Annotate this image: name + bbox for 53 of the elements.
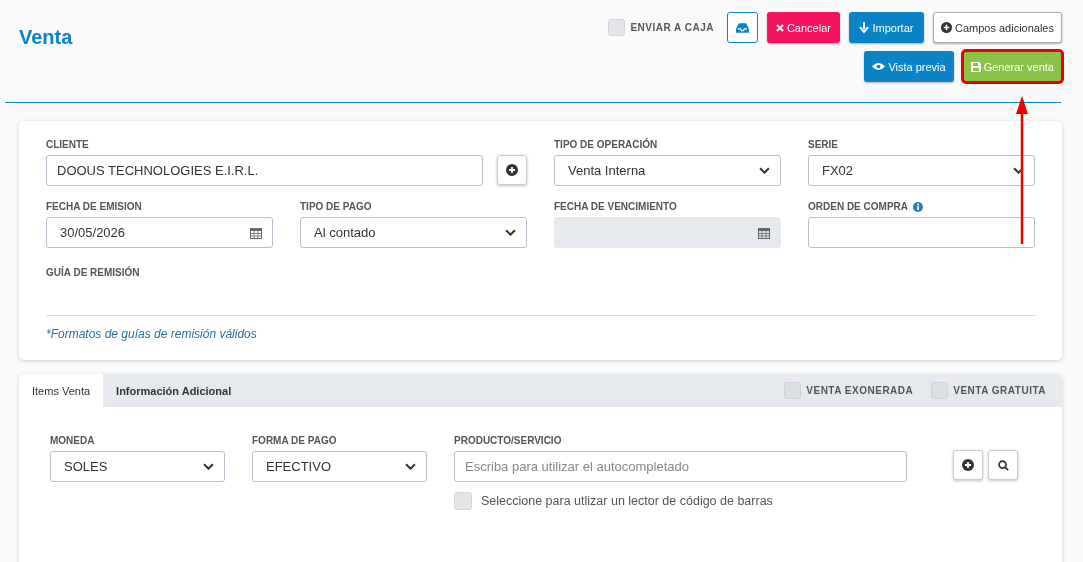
additional-fields-button[interactable]: Campos adicionales (932, 12, 1062, 43)
eye-icon (872, 62, 886, 71)
field-label: FORMA DE PAGO (252, 435, 338, 446)
close-icon (775, 23, 784, 32)
checkbox-label: VENTA GRATUITA (953, 385, 1046, 396)
barcode-reader-label: Seleccione para utlizar un lector de código de barras (481, 494, 773, 508)
date-field[interactable]: 30/05/2026 (46, 217, 273, 248)
calendar-icon (250, 226, 262, 239)
field-label: TIPO DE OPERACIÓN (554, 139, 658, 150)
arrow-down-icon (859, 22, 870, 33)
field-label: FECHA DE VENCIMIENTO (554, 201, 677, 212)
page-title: Venta (19, 26, 73, 50)
chevron-down-icon (505, 229, 516, 236)
field-label: MONEDA (50, 435, 96, 446)
tab[interactable]: Información Adicional (103, 374, 245, 407)
inbox-button[interactable] (726, 12, 758, 43)
remission-guide-formats-link[interactable]: *Formatos de guías de remisión válidos (46, 327, 257, 341)
tab[interactable]: Items Venta (19, 374, 104, 407)
chevron-down-icon (405, 463, 416, 470)
select-field[interactable]: Venta Interna (554, 155, 781, 186)
field-label: SERIE (808, 139, 838, 150)
chevron-down-icon (759, 167, 770, 174)
inbox-icon (735, 21, 749, 34)
checkbox-label: VENTA EXONERADA (806, 385, 914, 396)
product-search-field[interactable]: Escriba para utilizar el autocompletado (454, 451, 907, 482)
search-button[interactable] (988, 450, 1018, 480)
plus-circle-icon (506, 164, 518, 176)
checkbox[interactable] (454, 492, 472, 510)
currency-select[interactable]: SOLES (50, 451, 225, 482)
add-product-button[interactable] (953, 450, 983, 480)
client-field[interactable]: DOOUS TECHNOLOGIES E.I.R.L. (46, 155, 484, 186)
input-field[interactable] (808, 217, 1035, 248)
select-field[interactable]: FX02 (808, 155, 1035, 186)
field-label: ORDEN DE COMPRA (808, 201, 908, 212)
checkbox[interactable] (608, 19, 626, 36)
import-button[interactable]: Importar (848, 12, 924, 43)
select-field[interactable]: Al contado (300, 217, 527, 248)
calendar-icon (758, 226, 770, 239)
send-to-cash-label: ENVIAR A CAJA (630, 22, 714, 33)
add-client-button[interactable] (497, 155, 527, 185)
field-label: GUÍA DE REMISIÓN (46, 267, 141, 278)
field-label: PRODUCTO/SERVICIO (454, 435, 563, 446)
payment-method-select[interactable]: EFECTIVO (252, 451, 427, 482)
chevron-down-icon (1013, 167, 1024, 174)
field-label: CLIENTE (46, 139, 89, 150)
field-label: FECHA DE EMISION (46, 201, 142, 212)
field-label: TIPO DE PAGO (300, 201, 372, 212)
search-icon (997, 459, 1009, 471)
chevron-down-icon (203, 463, 214, 470)
plus-circle-icon (940, 22, 952, 33)
cancel-button[interactable]: Cancelar (766, 12, 840, 43)
plus-circle-icon (962, 459, 974, 471)
preview-button[interactable]: Vista previa (864, 51, 954, 82)
